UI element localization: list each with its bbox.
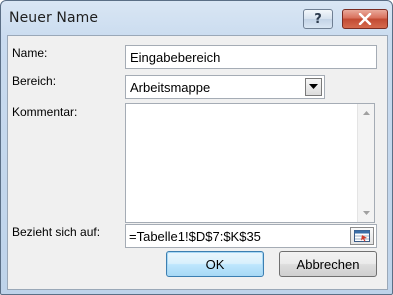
collapse-dialog-button[interactable] — [350, 227, 374, 245]
comment-textarea[interactable] — [125, 103, 375, 223]
scroll-down-arrow[interactable] — [358, 205, 374, 221]
scope-select[interactable]: Arbeitsmappe — [125, 75, 325, 99]
comment-scrollbar[interactable] — [357, 104, 374, 222]
close-x-icon — [358, 13, 372, 25]
scroll-up-icon — [362, 111, 370, 115]
title-bar[interactable]: Neuer Name ? — [1, 1, 392, 35]
scroll-up-arrow[interactable] — [358, 105, 374, 121]
refers-to-label: Bezieht sich auf: — [12, 225, 101, 239]
new-name-dialog: Neuer Name ? Name: Eingabebereich Bereic… — [0, 0, 393, 295]
ok-button[interactable]: OK — [166, 251, 264, 277]
refers-to-value: =Tabelle1!$D$7:$K$35 — [129, 228, 261, 244]
help-button[interactable]: ? — [303, 9, 333, 29]
comment-label: Kommentar: — [12, 105, 78, 119]
refers-to-input[interactable]: =Tabelle1!$D$7:$K$35 — [125, 224, 377, 248]
cancel-button[interactable]: Abbrechen — [279, 251, 377, 277]
scroll-down-icon — [362, 211, 370, 215]
name-input-value: Eingabebereich — [130, 49, 221, 65]
range-select-icon — [354, 230, 370, 242]
close-button[interactable] — [342, 9, 388, 29]
dialog-body: Name: Eingabebereich Bereich: Arbeitsmap… — [7, 35, 388, 290]
help-icon: ? — [314, 11, 322, 27]
name-input[interactable]: Eingabebereich — [125, 45, 377, 69]
dropdown-arrow-button[interactable] — [305, 78, 322, 96]
dialog-title: Neuer Name — [9, 10, 99, 26]
chevron-down-icon — [309, 84, 318, 89]
name-label: Name: — [12, 46, 48, 60]
scope-label: Bereich: — [12, 74, 57, 88]
scope-select-value: Arbeitsmappe — [130, 79, 211, 95]
